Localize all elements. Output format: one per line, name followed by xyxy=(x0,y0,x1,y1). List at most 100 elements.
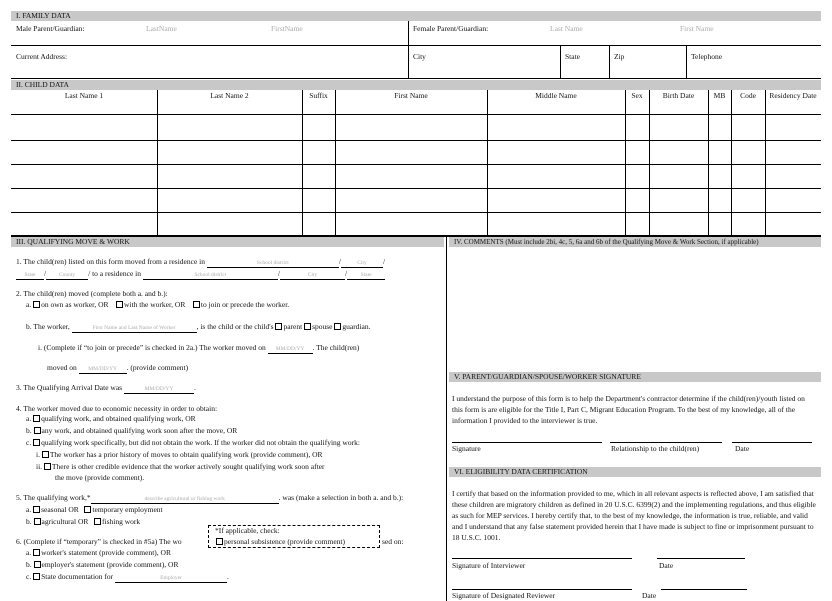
female-first-name-field[interactable]: First Name xyxy=(680,24,714,33)
q4ci-row: i. The worker has a prior history of mov… xyxy=(36,450,323,459)
child-col-header: MB xyxy=(713,91,726,100)
q4cii-row-cont: the move (provide comment). xyxy=(55,473,145,482)
q6c-checkbox[interactable] xyxy=(33,573,41,580)
relationship-line[interactable] xyxy=(610,442,722,443)
q5a-temporary-checkbox[interactable] xyxy=(84,506,92,513)
signature-line[interactable] xyxy=(452,442,602,443)
q1-from-state-field[interactable]: State xyxy=(16,272,44,280)
child-col-header: First Name xyxy=(394,91,428,100)
q1-to-state-field[interactable]: State xyxy=(347,272,386,280)
q3-row: 3. The Qualifying Arrival Date was MM/DD… xyxy=(16,383,196,394)
signature-header: V. PARENT/GUARDIAN/SPOUSE/WORKER SIGNATU… xyxy=(449,372,821,382)
male-last-name-field[interactable]: LastName xyxy=(146,24,177,33)
q2a-row: a. on own as worker, OR with the worker,… xyxy=(26,300,290,309)
state-field[interactable]: State xyxy=(565,52,580,61)
q2b-guardian-checkbox[interactable] xyxy=(334,323,342,330)
q5b-fishing-checkbox[interactable] xyxy=(94,518,101,525)
relationship-label: Relationship to the child(ren) xyxy=(611,444,700,453)
table-row[interactable] xyxy=(11,114,821,140)
q4a-row: a. qualifying work, and obtained qualify… xyxy=(26,414,196,423)
q6c-row: c. State documentation for Employer. xyxy=(26,572,229,583)
telephone-field[interactable]: Telephone xyxy=(691,52,722,61)
q2b-worker-name-field[interactable]: First Name and Last Name of Worker xyxy=(71,325,197,333)
q4cii-checkbox[interactable] xyxy=(43,463,51,470)
q6-row: 6. (Complete if “temporary” is checked i… xyxy=(16,537,182,546)
comments-area[interactable] xyxy=(449,250,821,368)
q5b-row: b. agricultural OR fishing work xyxy=(26,517,141,526)
page-column-divider xyxy=(446,236,447,601)
q2i-child-date-field[interactable]: MM/DD/YY xyxy=(78,366,127,374)
child-col-header: Suffix xyxy=(309,91,328,100)
q1-from-county-field[interactable]: County xyxy=(46,272,89,280)
q6b-row: b. employer's statement (provide comment… xyxy=(26,560,179,569)
q6a-checkbox[interactable] xyxy=(33,549,41,556)
interviewer-date-line[interactable] xyxy=(657,558,745,559)
q4a-checkbox[interactable] xyxy=(33,415,41,422)
reviewer-date-line[interactable] xyxy=(661,589,747,590)
male-first-name-field[interactable]: FirstName xyxy=(271,24,303,33)
q2a-with-checkbox[interactable] xyxy=(116,301,123,308)
signature-statement: I understand the purpose of this form is… xyxy=(452,394,805,425)
family-divider xyxy=(11,45,821,46)
q6c-employer-field[interactable]: Employer xyxy=(115,575,228,583)
interviewer-signature-line[interactable] xyxy=(452,558,632,559)
signature-date-line[interactable] xyxy=(732,442,812,443)
zip-field[interactable]: Zip xyxy=(614,52,624,61)
family-col-divider xyxy=(609,45,610,78)
q4ci-checkbox[interactable] xyxy=(41,451,49,458)
male-guardian-label: Male Parent/Guardian: xyxy=(16,24,85,33)
q1-from-district-field[interactable]: School district xyxy=(206,260,339,268)
q6a-row: a. worker's statement (provide comment),… xyxy=(26,548,171,557)
interviewer-date-label: Date xyxy=(659,561,674,570)
city-field[interactable]: City xyxy=(413,52,426,61)
certification-statement: I certify that based on the information … xyxy=(452,489,816,542)
q5a-seasonal-checkbox[interactable] xyxy=(33,506,41,513)
child-col-header: Last Name 1 xyxy=(64,91,104,100)
reviewer-signature-label: Signature of Designated Reviewer xyxy=(452,591,556,600)
table-row[interactable] xyxy=(11,164,821,188)
q2b-parent-checkbox[interactable] xyxy=(275,323,283,330)
q2b-row: b. The worker, First Name and Last Name … xyxy=(26,322,371,333)
table-row[interactable] xyxy=(11,212,821,236)
q6-row-end: sed on: xyxy=(382,537,404,546)
current-address-field[interactable]: Current Address: xyxy=(16,52,67,61)
reviewer-signature-line[interactable] xyxy=(452,589,632,590)
q2a-own-checkbox[interactable] xyxy=(33,301,41,308)
q2b-spouse-checkbox[interactable] xyxy=(304,323,312,330)
table-row[interactable] xyxy=(11,188,821,212)
child-col-header: Code xyxy=(740,91,756,100)
child-col-header: Residency Date xyxy=(769,91,817,100)
family-col-divider xyxy=(686,45,687,78)
section-divider xyxy=(11,235,821,236)
q3-arrival-date-field[interactable]: MM/DD/YY xyxy=(123,386,194,394)
qualifying-move-header: III. QUALIFYING MOVE & WORK xyxy=(11,237,444,247)
q1-from-city-field[interactable]: City xyxy=(340,260,383,268)
q4cii-row: ii. There is other credible evidence tha… xyxy=(36,462,325,471)
family-col-divider xyxy=(560,45,561,78)
q5-work-field[interactable]: describe agricultural or fishing work xyxy=(90,496,279,504)
reviewer-date-label: Date xyxy=(642,591,657,600)
q1-to-city-field[interactable]: City xyxy=(279,272,345,280)
q4c-checkbox[interactable] xyxy=(33,439,41,446)
table-row[interactable] xyxy=(11,140,821,164)
q5b-agricultural-checkbox[interactable] xyxy=(33,518,41,525)
family-col-divider xyxy=(408,21,409,78)
comments-header: IV. COMMENTS (Must include 2bi, 4c, 5, 6… xyxy=(449,237,821,247)
q2i-row-cont: moved on MM/DD/YY. (provide comment) xyxy=(47,363,189,374)
q1-to-district-field[interactable]: School district xyxy=(142,272,278,280)
q5-row: 5. The qualifying work,* describe agricul… xyxy=(16,493,404,504)
q5-note-row: personal subsistence (provide comment) xyxy=(216,537,345,546)
signature-label: Signature xyxy=(452,444,481,453)
child-col-header: Sex xyxy=(631,91,643,100)
q2i-row: i. (Complete if “to join or precede” is … xyxy=(38,343,360,354)
q5-note-label: *If applicable, check: xyxy=(215,526,280,535)
personal-subsistence-checkbox[interactable] xyxy=(216,538,223,545)
q4b-checkbox[interactable] xyxy=(33,427,41,434)
female-last-name-field[interactable]: Last Name xyxy=(550,24,583,33)
signature-date-label: Date xyxy=(735,444,750,453)
q1-text: 1. The child(ren) listed on this form mo… xyxy=(16,257,386,268)
q6b-checkbox[interactable] xyxy=(33,561,41,568)
q2i-worker-date-field[interactable]: MM/DD/YY xyxy=(267,346,313,354)
q2a-join-checkbox[interactable] xyxy=(192,301,200,308)
certification-header: VI. ELIGIBILITY DATA CERTIFICATION xyxy=(449,467,821,477)
